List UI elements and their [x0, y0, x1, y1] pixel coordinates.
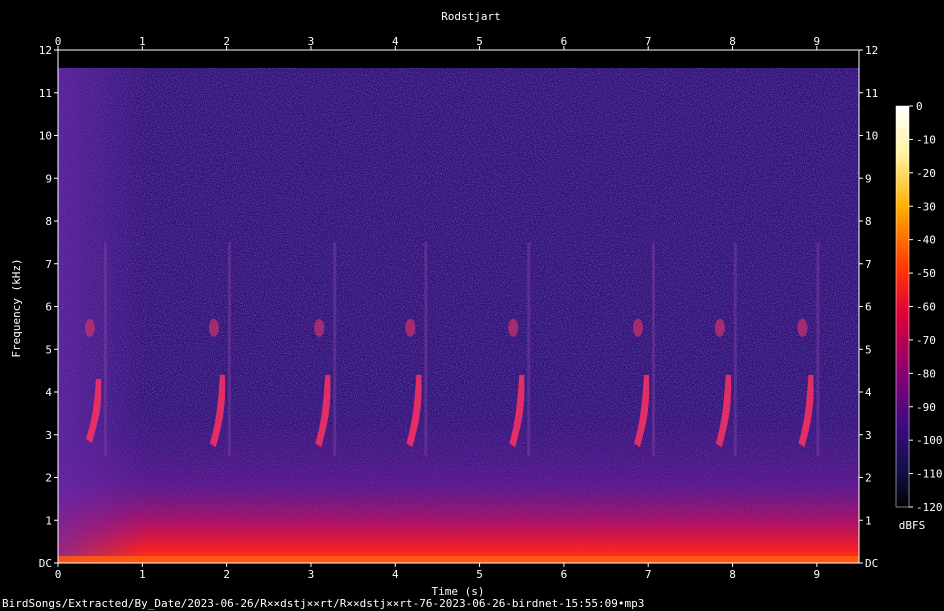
y-tick-label-right: 6	[865, 301, 872, 314]
x-tick-label-top: 7	[645, 35, 652, 48]
x-tick-label-bottom: 6	[561, 568, 568, 581]
y-axis-label: Frequency (kHz)	[10, 258, 23, 357]
y-tick-label-left: DC	[39, 557, 52, 570]
x-tick-label-bottom: 9	[814, 568, 821, 581]
x-tick-label-bottom: 8	[729, 568, 736, 581]
y-tick-label-right: 12	[865, 44, 878, 57]
call-streak	[816, 242, 820, 457]
y-tick-label-left: 9	[45, 172, 52, 185]
colorbar-tick-label: -100	[916, 434, 943, 447]
file-path: BirdSongs/Extracted/By_Date/2023-06-26/R…	[2, 597, 645, 610]
call-harmonic	[714, 318, 725, 337]
dc-line	[58, 556, 859, 563]
call-streak	[333, 242, 337, 457]
colorbar-label: dBFS	[899, 519, 926, 532]
call-harmonic	[208, 318, 219, 337]
x-tick-label-bottom: 1	[139, 568, 146, 581]
colorbar-tick-label: -50	[916, 267, 936, 280]
top-dark-band	[58, 50, 859, 68]
x-axis-label: Time (s)	[432, 585, 485, 597]
y-tick-label-right: 1	[865, 514, 872, 527]
call-streak	[651, 242, 655, 457]
colorbar-tick-label: -90	[916, 401, 936, 414]
spectrogram-figure: 00112233445566778899 DC DC 1 1 2 2 3 3 4 4 5 5 6 6 7 7 8…	[0, 0, 944, 611]
y-tick-label-left: 5	[45, 343, 52, 356]
x-tick-label-top: 0	[55, 35, 62, 48]
call-streak	[227, 242, 231, 457]
x-tick-label-top: 5	[476, 35, 483, 48]
x-tick-label-top: 1	[139, 35, 146, 48]
y-tick-label-left: 10	[39, 130, 52, 143]
x-tick-label-top: 4	[392, 35, 399, 48]
colorbar-tick-label: -20	[916, 167, 936, 180]
colorbar-tick-label: -110	[916, 468, 943, 481]
left-edge-glow	[58, 68, 148, 563]
x-tick-label-top: 8	[729, 35, 736, 48]
x-tick-label-top: 9	[814, 35, 821, 48]
y-tick-label-right: 7	[865, 258, 872, 271]
call-streak	[733, 242, 737, 457]
call-harmonic	[508, 318, 519, 337]
colorbar-tick-label: -80	[916, 367, 936, 380]
spectrogram-chart: 00112233445566778899 DC DC1 12 23 34 45 56 67 78…	[10, 10, 943, 598]
x-tick-label-top: 3	[308, 35, 315, 48]
x-tick-label-top: 6	[561, 35, 568, 48]
y-tick-label-left: 4	[45, 386, 52, 399]
y-tick-label-right: 10	[865, 130, 878, 143]
colorbar-tick-label: -60	[916, 301, 936, 314]
y-tick-label-left: 11	[39, 87, 52, 100]
y-tick-label-right: 3	[865, 429, 872, 442]
call-harmonic	[84, 318, 95, 337]
call-streak	[424, 242, 428, 457]
x-tick-label-bottom: 4	[392, 568, 399, 581]
chart-title: Rodstjart	[441, 10, 501, 23]
y-tick-label-right: 11	[865, 87, 878, 100]
y-tick-label-left: 6	[45, 301, 52, 314]
colorbar-tick-label: -40	[916, 234, 936, 247]
x-tick-label-bottom: 3	[308, 568, 315, 581]
x-tick-label-bottom: 7	[645, 568, 652, 581]
y-tick-label-right: 2	[865, 472, 872, 485]
x-tick-label-bottom: 2	[223, 568, 230, 581]
y-tick-label-left: 2	[45, 472, 52, 485]
y-tick-label-left: 3	[45, 429, 52, 442]
y-tick-label-left: 7	[45, 258, 52, 271]
call-harmonic	[314, 318, 325, 337]
colorbar-tick-label: -30	[916, 200, 936, 213]
x-tick-label-bottom: 5	[476, 568, 483, 581]
y-tick-label-right: 4	[865, 386, 872, 399]
call-harmonic	[632, 318, 643, 337]
y-tick-label-right: 8	[865, 215, 872, 228]
colorbar-tick-label: -70	[916, 334, 936, 347]
call-streak	[527, 242, 531, 457]
colorbar-ticks: 0 -10 -20 -30 -40 -50 -60 -70 -80 -90 -100 -110 -120	[909, 100, 943, 514]
colorbar-tick-label: 0	[916, 100, 923, 113]
y-tick-label-right: DC	[865, 557, 878, 570]
colorbar-tick-label: -10	[916, 133, 936, 146]
colorbar-tick-label: -120	[916, 501, 943, 514]
y-tick-label-left: 12	[39, 44, 52, 57]
call-streak	[103, 242, 107, 457]
low-frequency-band	[58, 390, 859, 563]
call-harmonic	[797, 318, 808, 337]
y-tick-label-left: 8	[45, 215, 52, 228]
y-tick-label-right: 5	[865, 343, 872, 356]
colorbar	[895, 105, 910, 508]
y-tick-label-left: 1	[45, 514, 52, 527]
y-tick-label-right: 9	[865, 172, 872, 185]
call-harmonic	[405, 318, 416, 337]
x-tick-label-bottom: 0	[55, 568, 62, 581]
x-tick-label-top: 2	[223, 35, 230, 48]
